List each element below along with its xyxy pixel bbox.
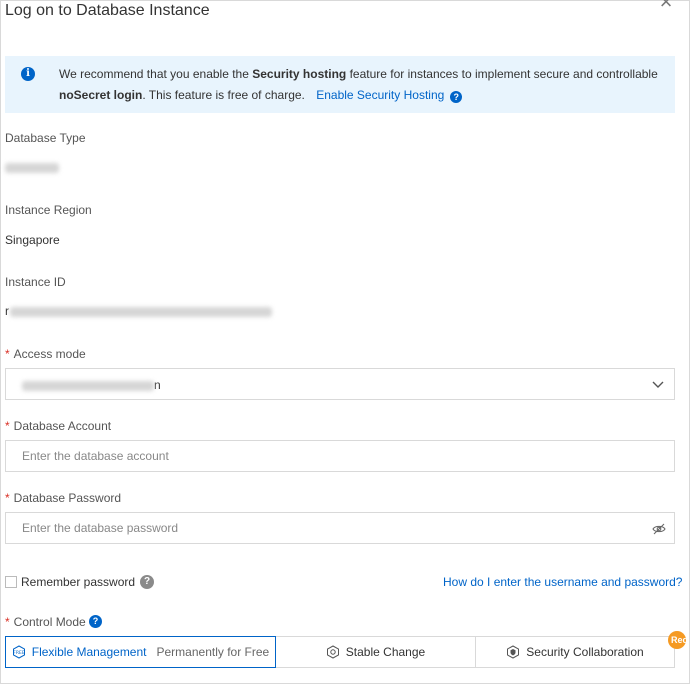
security-collaboration-icon [507, 645, 520, 659]
security-collaboration-label: Security Collaboration [526, 645, 644, 659]
help-icon[interactable]: ? [89, 615, 102, 628]
remember-password-label[interactable]: Remember password [21, 575, 135, 589]
access-mode-label: * Access mode [5, 347, 86, 361]
control-mode-flexible-management[interactable]: FREE Flexible Management Permanently for… [5, 636, 276, 668]
flexible-management-label: Flexible Management [31, 645, 147, 659]
flexible-management-sub: Permanently for Free [156, 645, 270, 659]
database-password-label-text: Database Password [13, 491, 122, 505]
remember-password-checkbox[interactable] [5, 576, 17, 588]
database-account-label-text: Database Account [13, 419, 112, 433]
notice-bold-b: noSecret login [59, 88, 143, 102]
access-mode-select[interactable]: n [5, 368, 675, 400]
access-mode-selected-value: n [22, 378, 161, 392]
notice-bold-a: Security hosting [252, 67, 347, 81]
control-mode-label: * Control Mode [5, 615, 86, 629]
notice-text-b: feature for instances to implement secur… [346, 67, 658, 81]
access-mode-suffix: n [154, 378, 161, 392]
control-mode-security-collaboration[interactable]: Security Collaboration [475, 636, 675, 668]
stable-change-label: Stable Change [345, 645, 426, 659]
database-account-field[interactable] [5, 440, 675, 472]
redacted-value [10, 306, 272, 317]
instance-region-label: Instance Region [5, 203, 92, 217]
database-account-label: * Database Account [5, 419, 112, 433]
security-hosting-notice: i We recommend that you enable the Secur… [5, 56, 675, 113]
notice-line-2: noSecret login. This feature is free of … [59, 88, 463, 103]
database-account-input[interactable] [6, 441, 606, 471]
notice-line-1: We recommend that you enable the Securit… [59, 67, 658, 81]
logon-dialog: Log on to Database Instance × i We recom… [0, 0, 690, 684]
access-mode-label-text: Access mode [13, 347, 86, 361]
redacted-value [5, 162, 59, 173]
recommended-badge: Rec [668, 631, 686, 649]
enable-security-hosting-link[interactable]: Enable Security Hosting [316, 88, 444, 102]
control-mode-label-text: Control Mode [13, 615, 86, 629]
stable-change-icon [326, 645, 339, 659]
help-icon[interactable]: ? [140, 575, 154, 589]
chevron-down-icon[interactable] [652, 378, 664, 390]
username-password-help-link[interactable]: How do I enter the username and password… [443, 575, 682, 589]
instance-id-label: Instance ID [5, 275, 66, 289]
control-mode-stable-change[interactable]: Stable Change [275, 636, 476, 668]
notice-text-a: We recommend that you enable the [59, 67, 253, 81]
redacted-value [22, 380, 154, 391]
help-icon[interactable]: ? [450, 91, 463, 103]
instance-id-prefix: r [5, 304, 9, 318]
close-icon[interactable]: × [656, 0, 676, 13]
database-type-value [5, 160, 59, 174]
eye-hidden-icon[interactable] [652, 523, 666, 535]
database-type-label: Database Type [5, 131, 86, 145]
flexible-management-icon: FREE [12, 645, 25, 659]
database-password-input[interactable] [6, 513, 606, 543]
database-password-field[interactable] [5, 512, 675, 544]
control-mode-selector: FREE Flexible Management Permanently for… [5, 636, 675, 668]
database-password-label: * Database Password [5, 491, 122, 505]
info-icon: i [21, 67, 35, 81]
instance-region-value: Singapore [5, 233, 60, 247]
dialog-title: Log on to Database Instance [5, 2, 210, 19]
svg-text:FREE: FREE [13, 650, 25, 656]
instance-id-value: r [5, 304, 272, 318]
notice-text-c: . This feature is free of charge. [142, 88, 305, 102]
